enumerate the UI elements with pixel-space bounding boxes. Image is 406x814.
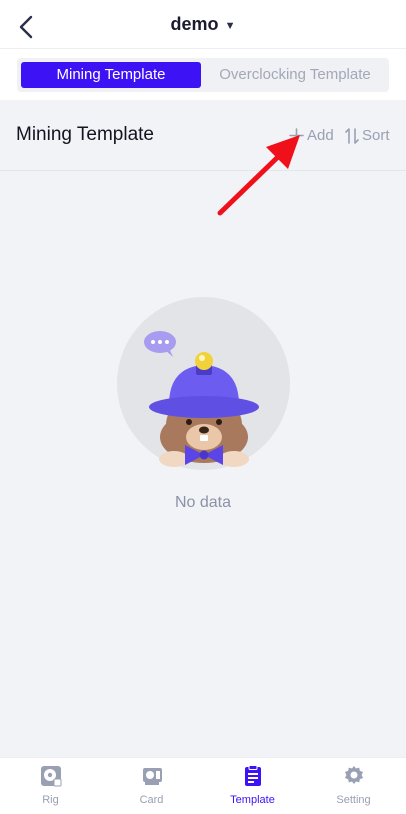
tab-overclocking-template[interactable]: Overclocking Template: [205, 62, 385, 88]
section-bar: Mining Template Add Sort: [0, 112, 406, 168]
nav-item-template[interactable]: Template: [202, 764, 303, 806]
sort-label: Sort: [362, 127, 390, 144]
gear-icon: [344, 766, 363, 784]
template-icon: [244, 765, 261, 786]
page-title: demo: [170, 14, 219, 34]
nav-item-rig[interactable]: Rig: [0, 764, 101, 806]
add-label: Add: [307, 127, 334, 144]
tab-mining-template[interactable]: Mining Template: [21, 62, 201, 88]
header-divider: [0, 48, 406, 49]
nav-item-setting[interactable]: Setting: [303, 764, 404, 806]
app-header: demo ▼ Mining Template Overclocking Temp…: [0, 0, 406, 100]
sort-button[interactable]: Sort: [345, 127, 390, 144]
section-title: Mining Template: [16, 124, 155, 145]
nav-label-rig: Rig: [42, 794, 59, 806]
section-divider: [0, 170, 406, 171]
empty-state-text: No data: [174, 494, 232, 511]
card-icon: [142, 768, 162, 785]
nav-item-card[interactable]: Card: [101, 764, 202, 806]
nav-label-template: Template: [230, 794, 275, 806]
caret-down-icon: ▼: [224, 19, 236, 32]
nav-label-card: Card: [139, 794, 164, 806]
rig-selector[interactable]: demo ▼: [0, 14, 406, 35]
template-type-switch: Mining Template Overclocking Template: [17, 58, 389, 92]
annotation-arrow-icon: [217, 135, 300, 216]
sort-icon: [345, 127, 359, 144]
rig-icon: [40, 766, 61, 787]
nav-label-setting: Setting: [336, 794, 371, 806]
beaver-miner-illustration-icon: [144, 331, 259, 467]
bottom-nav: Rig Card Template Setting: [0, 757, 406, 814]
